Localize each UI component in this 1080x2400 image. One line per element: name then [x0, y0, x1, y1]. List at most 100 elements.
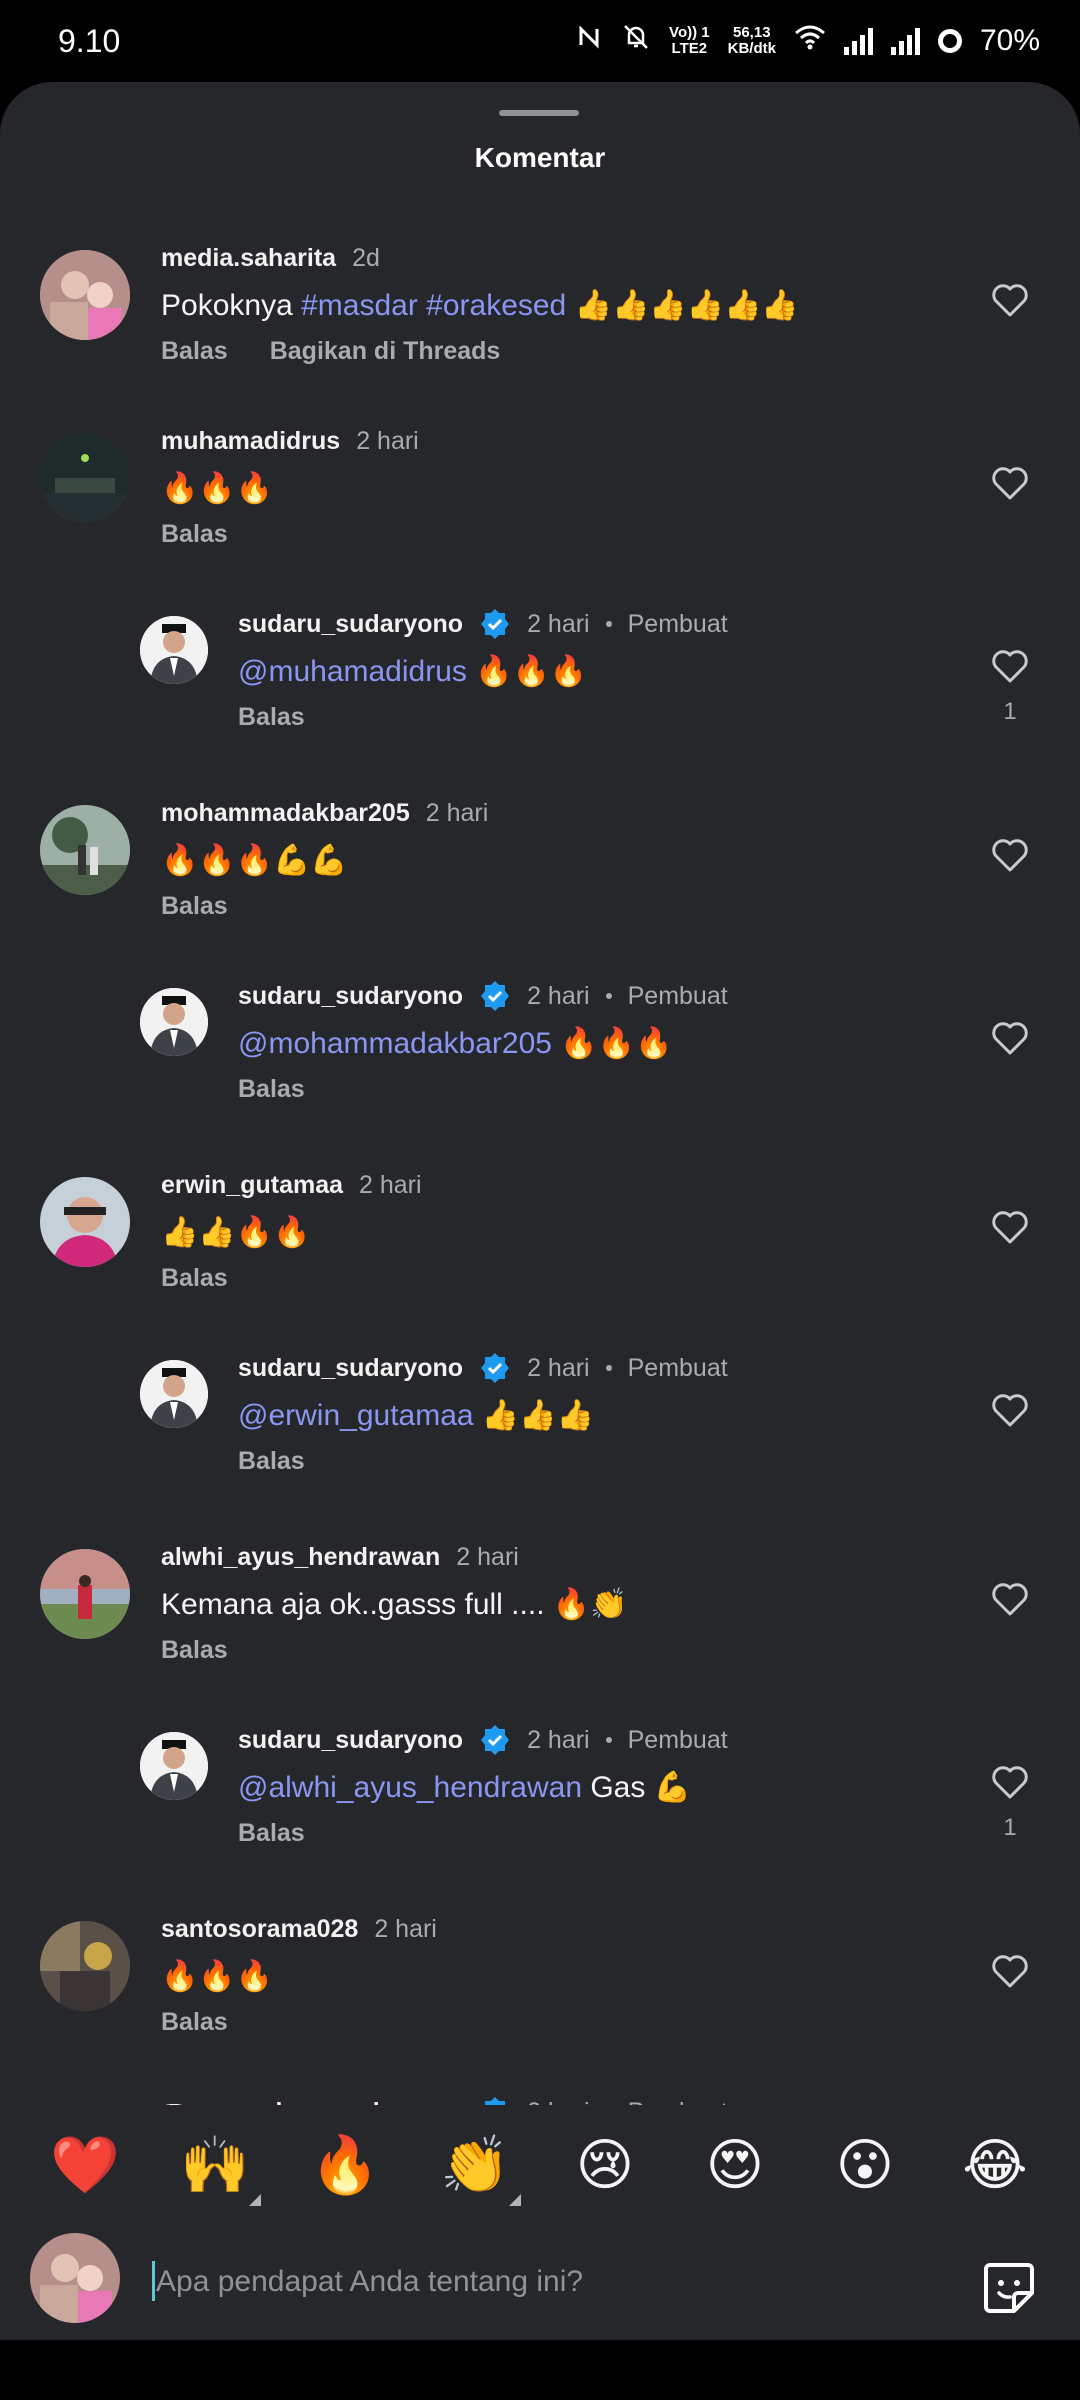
comment-username[interactable]: sudaru_sudaryono — [238, 1354, 463, 1383]
reply-button[interactable]: Balas — [161, 1636, 228, 1665]
comment-text: @erwin_gutamaa 👍👍👍 — [238, 1399, 594, 1432]
reaction-heart-button[interactable]: ❤️ — [45, 2132, 125, 2198]
comment-time: 2 hari — [527, 981, 590, 1010]
reply-button[interactable]: Balas — [238, 1819, 305, 1848]
reaction-fire-button[interactable]: 🔥 — [305, 2132, 385, 2198]
sheet-drag-handle[interactable] — [499, 110, 579, 116]
author-label: Pembuat — [627, 609, 728, 638]
current-user-avatar — [30, 2233, 120, 2323]
avatar[interactable] — [140, 988, 208, 1056]
comment-username[interactable]: erwin_gutamaa — [161, 1171, 343, 1200]
hashtag-link[interactable]: #masdar — [301, 289, 418, 322]
comment-username[interactable]: muhamadidrus — [161, 427, 340, 456]
battery-icon — [937, 29, 962, 53]
comment-text: Kemana aja ok..gasss full .... 🔥👏 — [161, 1588, 628, 1621]
avatar[interactable] — [140, 1360, 208, 1428]
comment-body: muhamadidrus 2 hari 🔥🔥🔥 Balas — [161, 423, 419, 549]
avatar[interactable] — [140, 1732, 208, 1800]
reply-button[interactable]: Balas — [161, 1264, 228, 1293]
reply-button[interactable]: Balas — [161, 2008, 228, 2037]
comment-username[interactable]: sudaru_sudaryono — [238, 1726, 463, 1755]
avatar[interactable] — [40, 1549, 130, 1639]
comment-username[interactable]: alwhi_ayus_hendrawan — [161, 1543, 440, 1572]
comments-sheet: Komentar media.saharita 2d Pokoknya #masd… — [0, 82, 1080, 2340]
mention-link[interactable]: @mohammadakbar205 — [238, 1027, 552, 1060]
comment-body: mohammadakbar205 2 hari 🔥🔥🔥💪💪 Balas — [161, 795, 488, 921]
like-heart-icon[interactable] — [990, 646, 1030, 686]
reply-button[interactable]: Balas — [238, 1075, 305, 1104]
network-label: Vo)) 1 LTE2 — [669, 24, 710, 57]
like-heart-icon[interactable] — [990, 463, 1030, 503]
author-label: Pembuat — [627, 1725, 728, 1754]
like-heart-icon[interactable] — [990, 1207, 1030, 1247]
comment-text: Pokoknya #masdar #orakesed 👍👍👍👍👍👍 — [161, 289, 799, 322]
avatar[interactable] — [40, 805, 130, 895]
comment-body: media.saharita 2d Pokoknya #masdar #orake… — [161, 240, 799, 366]
reply-button[interactable]: Balas — [161, 520, 228, 549]
comment-body: erwin_gutamaa 2 hari 👍👍🔥🔥 Balas — [161, 1167, 422, 1293]
like-count: 1 — [1003, 698, 1017, 725]
comment-time: 2 hari — [527, 1725, 590, 1754]
like-heart-icon[interactable] — [990, 1762, 1030, 1802]
comment-text: 🔥🔥🔥 — [161, 1960, 274, 1993]
comment-time: 2 hari — [356, 426, 419, 455]
comment-username[interactable]: santosorama028 — [161, 1915, 358, 1944]
avatar[interactable] — [40, 1177, 130, 1267]
reaction-surprised-button[interactable]: 😮 — [825, 2132, 905, 2198]
comment-username[interactable]: mohammadakbar205 — [161, 799, 410, 828]
comment-username[interactable]: sudaru_sudaryono — [238, 982, 463, 1011]
comment-time: 2 hari — [425, 798, 489, 827]
comment-time: 2 hari — [527, 1353, 590, 1382]
reply-button[interactable]: Balas — [238, 1447, 305, 1476]
comment-time: 2 hari — [456, 1542, 519, 1571]
separator-dot — [605, 1365, 612, 1371]
like-heart-icon[interactable] — [990, 1018, 1030, 1058]
comment-username[interactable]: media.saharita — [161, 244, 336, 273]
like-heart-icon[interactable] — [990, 1390, 1030, 1430]
reaction-crying-button[interactable]: 😢 — [565, 2132, 645, 2198]
mention-link[interactable]: @erwin_gutamaa — [238, 1399, 474, 1432]
mention-link[interactable]: @alwhi_ayus_hendrawan — [238, 1771, 582, 1804]
wifi-icon — [794, 23, 826, 59]
comment-body: sudaru_sudaryono 2 hari Pembuat @muhamadi… — [238, 606, 728, 732]
reply-button[interactable]: Balas — [161, 337, 228, 366]
mention-link[interactable]: @muhamadidrus — [238, 655, 467, 688]
avatar[interactable] — [40, 433, 130, 523]
battery-level: 70% — [979, 24, 1040, 57]
speed-label: 56,13 KB/dtk — [727, 24, 776, 57]
reply-button[interactable]: Balas — [161, 892, 228, 921]
comment-text: @alwhi_ayus_hendrawan Gas 💪 — [238, 1771, 692, 1804]
separator-dot — [605, 621, 612, 627]
comment-list[interactable]: media.saharita 2d Pokoknya #masdar #orake… — [0, 232, 1080, 2187]
comment-username[interactable]: sudaru_sudaryono — [238, 610, 463, 639]
composer: ❤️ 🙌 🔥 👏 😢 😍 😮 😂 — [0, 2105, 1080, 2340]
sticker-icon[interactable] — [980, 2259, 1038, 2317]
comment-time: 2 hari — [527, 609, 590, 638]
reply-button[interactable]: Balas — [238, 703, 305, 732]
comment-input-row — [0, 2225, 1080, 2337]
comment-text: @muhamadidrus 🔥🔥🔥 — [238, 655, 588, 688]
avatar[interactable] — [40, 1921, 130, 2011]
sheet-title: Komentar — [474, 142, 606, 173]
comment-text: 🔥🔥🔥 — [161, 472, 274, 505]
reaction-heart-eyes-button[interactable]: 😍 — [695, 2132, 775, 2198]
reaction-laughing-button[interactable]: 😂 — [955, 2132, 1035, 2198]
reaction-raised-hands-button[interactable]: 🙌 — [175, 2132, 261, 2206]
status-bar: 9.10 Vo)) 1 LTE2 56,13 KB/dtk 70% — [0, 0, 1080, 82]
comment-body: sudaru_sudaryono 2 hari Pembuat @alwhi_ay… — [238, 1722, 728, 1848]
avatar[interactable] — [140, 616, 208, 684]
text-caret — [152, 2261, 155, 2301]
quick-reaction-bar: ❤️ 🙌 🔥 👏 😢 😍 😮 😂 — [0, 2105, 1080, 2225]
comment-time: 2 hari — [374, 1914, 437, 1943]
author-label: Pembuat — [627, 1353, 728, 1382]
share-threads-button[interactable]: Bagikan di Threads — [270, 337, 501, 366]
comment-input[interactable] — [154, 2251, 958, 2313]
comment-body: sudaru_sudaryono 2 hari Pembuat @mohammad… — [238, 978, 728, 1104]
like-heart-icon[interactable] — [990, 1951, 1030, 1991]
reaction-clap-button[interactable]: 👏 — [435, 2132, 521, 2206]
like-heart-icon[interactable] — [990, 1579, 1030, 1619]
like-heart-icon[interactable] — [990, 280, 1030, 320]
like-heart-icon[interactable] — [990, 835, 1030, 875]
avatar[interactable] — [40, 250, 130, 340]
hashtag-link[interactable]: #orakesed — [418, 289, 566, 322]
